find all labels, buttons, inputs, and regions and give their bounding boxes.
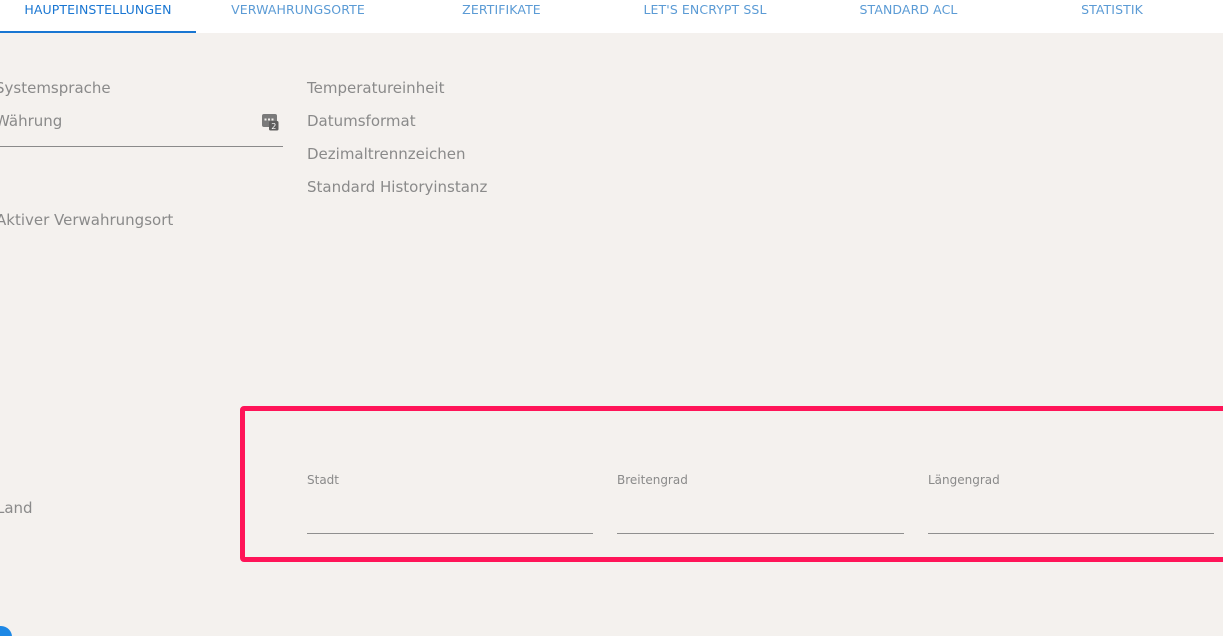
temperatureinheit-select[interactable]: Temperatureinheit [307,79,444,97]
tab-label: LET'S ENCRYPT SSL [643,2,767,17]
tab-statistik[interactable]: STATISTIK [1010,0,1214,33]
aktiver-verwahrungsort-select[interactable]: Aktiver Verwahrungsort [0,211,173,229]
stadt-input[interactable] [307,498,593,534]
calculator-icon[interactable]: 2 [261,113,279,131]
floating-action-button[interactable] [0,626,12,636]
breitengrad-input[interactable] [617,498,904,534]
breitengrad-label: Breitengrad [617,473,688,487]
laengengrad-input[interactable] [928,498,1214,534]
systemsprache-select[interactable]: Systemsprache [0,79,111,97]
waehrung-field[interactable]: Währung [0,112,62,130]
dezimaltrennzeichen-select[interactable]: Dezimaltrennzeichen [307,145,466,163]
location-highlight-frame [240,406,1223,562]
tab-lets-encrypt-ssl[interactable]: LET'S ENCRYPT SSL [603,0,807,33]
svg-text:2: 2 [271,122,276,131]
tab-label: HAUPTEINSTELLUNGEN [24,2,172,17]
tab-bar: HAUPTEINSTELLUNGEN VERWAHRUNGSORTE ZERTI… [0,0,1223,33]
laengengrad-label: Längengrad [928,473,1000,487]
tab-standard-acl[interactable]: STANDARD ACL [807,0,1010,33]
tab-haupteinstellungen[interactable]: HAUPTEINSTELLUNGEN [0,0,196,33]
waehrung-underline [0,146,283,147]
tab-label: VERWAHRUNGSORTE [231,2,365,17]
tab-label: STANDARD ACL [859,2,958,17]
tab-zertifikate[interactable]: ZERTIFIKATE [400,0,603,33]
stadt-label: Stadt [307,473,339,487]
datumsformat-select[interactable]: Datumsformat [307,112,416,130]
settings-page: HAUPTEINSTELLUNGEN VERWAHRUNGSORTE ZERTI… [0,0,1223,636]
tab-verwahrungsorte[interactable]: VERWAHRUNGSORTE [196,0,400,33]
land-select[interactable]: Land [0,499,33,517]
tab-label: STATISTIK [1081,2,1143,17]
tab-label: ZERTIFIKATE [462,2,541,17]
standard-historyinstanz-select[interactable]: Standard Historyinstanz [307,178,487,196]
